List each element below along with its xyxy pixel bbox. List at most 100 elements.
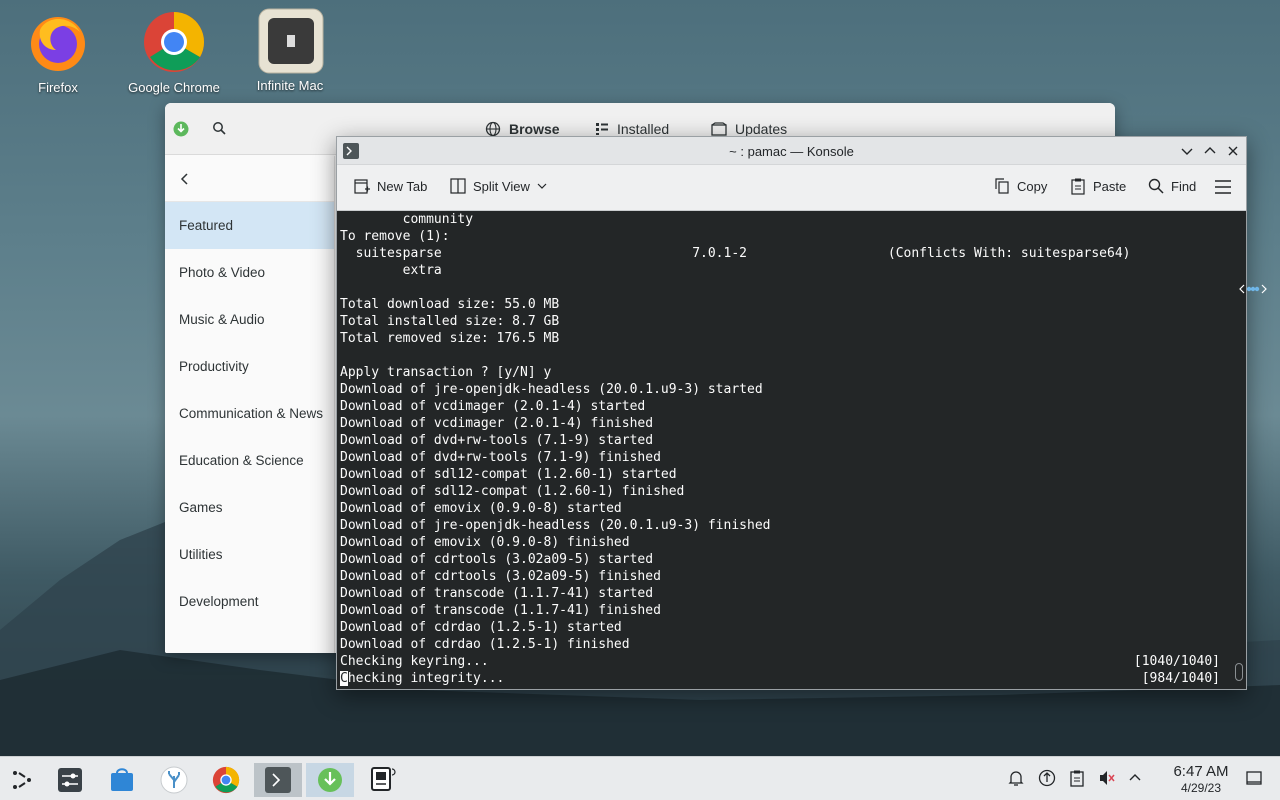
- terminal-line-text: community: [340, 212, 474, 227]
- terminal-line-text: Total removed size: 176.5 MB: [340, 331, 560, 346]
- category-item-development[interactable]: Development: [165, 578, 334, 625]
- terminal-line: Download of cdrtools (3.02a09-5) started: [340, 551, 1246, 568]
- firefox-icon: [26, 10, 90, 74]
- terminal-line: Download of emovix (0.9.0-8) started: [340, 500, 1246, 517]
- volume-muted-icon[interactable]: [1098, 769, 1116, 790]
- terminal-line: Total installed size: 8.7 GB: [340, 313, 1246, 330]
- chevron-up-icon[interactable]: [1127, 769, 1143, 790]
- terminal-line-text: Apply transaction ? [y/N] y: [340, 365, 552, 380]
- category-list: Featured Photo & Video Music & Audio Pro…: [165, 202, 334, 625]
- terminal-line: Total download size: 55.0 MB: [340, 296, 1246, 313]
- search-icon: [1148, 178, 1164, 194]
- category-item-photo-video[interactable]: Photo & Video: [165, 249, 334, 296]
- terminal-line-text: Download of dvd+rw-tools (7.1-9) finishe…: [340, 450, 661, 465]
- close-icon[interactable]: [1224, 142, 1242, 160]
- terminal-scrollbar[interactable]: [1235, 663, 1243, 681]
- hamburger-menu-icon[interactable]: [1214, 179, 1232, 195]
- taskbar-pamac[interactable]: [306, 763, 354, 797]
- terminal-line-text: Download of emovix (0.9.0-8) started: [340, 501, 622, 516]
- terminal-line-progress: [984/1040]: [1141, 671, 1220, 686]
- maximize-icon[interactable]: [1201, 142, 1219, 160]
- category-item-utilities[interactable]: Utilities: [165, 531, 334, 578]
- terminal-line: Checking keyring... [1040/1040]: [340, 653, 1246, 670]
- terminal-line: To remove (1):: [340, 228, 1246, 245]
- clipboard-icon[interactable]: [1068, 769, 1086, 790]
- terminal-lines: community To remove (1): suitesparse 7.0.…: [340, 211, 1246, 670]
- settings-sliders-icon: [58, 768, 82, 792]
- konsole-window: ~ : pamac — Konsole New Tab Split View C…: [336, 136, 1247, 690]
- terminal-line-text: Total download size: 55.0 MB: [340, 297, 560, 312]
- steam-deck-launcher-icon: [13, 771, 31, 789]
- konsole-titlebar[interactable]: ~ : pamac — Konsole: [337, 137, 1246, 165]
- chrome-icon: [142, 10, 206, 74]
- category-item-productivity[interactable]: Productivity: [165, 343, 334, 390]
- minimize-icon[interactable]: [1178, 142, 1196, 160]
- copy-button[interactable]: Copy: [993, 177, 1047, 195]
- terminal-line-text: hecking integrity...: [347, 671, 505, 686]
- taskbar-infinite-mac[interactable]: [360, 763, 404, 797]
- terminal-line-text: Download of cdrdao (1.2.5-1) finished: [340, 637, 630, 652]
- terminal-line: Download of cdrdao (1.2.5-1) finished: [340, 636, 1246, 653]
- category-item-featured[interactable]: Featured: [165, 202, 334, 249]
- show-desktop-icon[interactable]: [1245, 769, 1263, 790]
- tab-installed[interactable]: Installed: [595, 121, 669, 137]
- category-item-communication-news[interactable]: Communication & News: [165, 390, 334, 437]
- new-tab-button[interactable]: New Tab: [353, 177, 427, 195]
- clock[interactable]: 6:47 AM 4/29/23: [1152, 763, 1250, 795]
- terminal-line-text: Download of vcdimager (2.0.1-4) finished: [340, 416, 654, 431]
- desktop-icon-firefox[interactable]: Firefox: [8, 10, 108, 95]
- screen-edge-handle-icon[interactable]: [1238, 282, 1268, 299]
- terminal-line: suitesparse 7.0.1-2 (Conflicts With: sui…: [340, 245, 1246, 262]
- terminal-line: Download of vcdimager (2.0.1-4) finished: [340, 415, 1246, 432]
- pamac-download-icon: [318, 768, 342, 792]
- taskbar-discover[interactable]: [100, 763, 144, 797]
- clock-date: 4/29/23: [1180, 781, 1222, 795]
- terminal-line: Download of emovix (0.9.0-8) finished: [340, 534, 1246, 551]
- network-icon[interactable]: [1038, 769, 1056, 790]
- terminal-line: extra: [340, 262, 1246, 279]
- taskbar-steam-deck-app[interactable]: [152, 763, 196, 797]
- terminal-line-text: Download of emovix (0.9.0-8) finished: [340, 535, 630, 550]
- new-tab-icon: [354, 179, 370, 194]
- taskbar-konsole[interactable]: [254, 763, 302, 797]
- tab-browse[interactable]: Browse: [485, 121, 560, 137]
- chevron-left-icon: [180, 172, 188, 185]
- window-title: ~ : pamac — Konsole: [729, 144, 854, 159]
- taskbar-google-chrome[interactable]: [204, 763, 248, 797]
- terminal-line-progress: [1040/1040]: [1133, 654, 1220, 669]
- paste-button[interactable]: Paste: [1069, 177, 1126, 195]
- terminal-line-text: Download of sdl12-compat (1.2.60-1) star…: [340, 467, 677, 482]
- taskbar: 6:47 AM 4/29/23: [0, 756, 1280, 800]
- category-item-games[interactable]: Games: [165, 484, 334, 531]
- tab-updates[interactable]: Updates: [711, 121, 787, 137]
- terminal-line-text: Download of cdrtools (3.02a09-5) started: [340, 552, 654, 567]
- terminal-line-text: To remove (1):: [340, 229, 450, 244]
- terminal-line: Download of transcode (1.1.7-41) finishe…: [340, 602, 1246, 619]
- terminal-line-text: Checking keyring...: [340, 654, 489, 669]
- terminal-line: Download of sdl12-compat (1.2.60-1) star…: [340, 466, 1246, 483]
- terminal-output[interactable]: community To remove (1): suitesparse 7.0.…: [337, 211, 1246, 689]
- terminal-line: community: [340, 211, 1246, 228]
- terminal-line-text: Download of cdrdao (1.2.5-1) started: [340, 620, 622, 635]
- terminal-line: Download of jre-openjdk-headless (20.0.1…: [340, 517, 1246, 534]
- taskbar-system-settings[interactable]: [48, 763, 92, 797]
- terminal-line-text: Download of jre-openjdk-headless (20.0.1…: [340, 518, 771, 533]
- infinite-mac-icon: [258, 8, 324, 74]
- split-view-button[interactable]: Split View: [449, 177, 548, 195]
- find-button[interactable]: Find: [1147, 177, 1196, 195]
- terminal-line: Download of cdrtools (3.02a09-5) finishe…: [340, 568, 1246, 585]
- terminal-line: Download of sdl12-compat (1.2.60-1) fini…: [340, 483, 1246, 500]
- desktop-icon-google-chrome[interactable]: Google Chrome: [124, 10, 224, 95]
- desktop-icon-infinite-mac[interactable]: Infinite Mac: [240, 8, 340, 93]
- terminal-last-line: Checking integrity... [984/1040]: [340, 670, 1246, 687]
- list-icon: [596, 123, 608, 135]
- category-item-education-science[interactable]: Education & Science: [165, 437, 334, 484]
- search-icon[interactable]: [212, 121, 226, 138]
- application-launcher-button[interactable]: [0, 763, 44, 797]
- category-item-music-audio[interactable]: Music & Audio: [165, 296, 334, 343]
- notifications-icon[interactable]: [1007, 769, 1025, 790]
- updates-icon: [711, 122, 727, 136]
- terminal-line-text: Download of cdrtools (3.02a09-5) finishe…: [340, 569, 661, 584]
- terminal-line: Download of vcdimager (2.0.1-4) started: [340, 398, 1246, 415]
- back-button[interactable]: [165, 156, 334, 202]
